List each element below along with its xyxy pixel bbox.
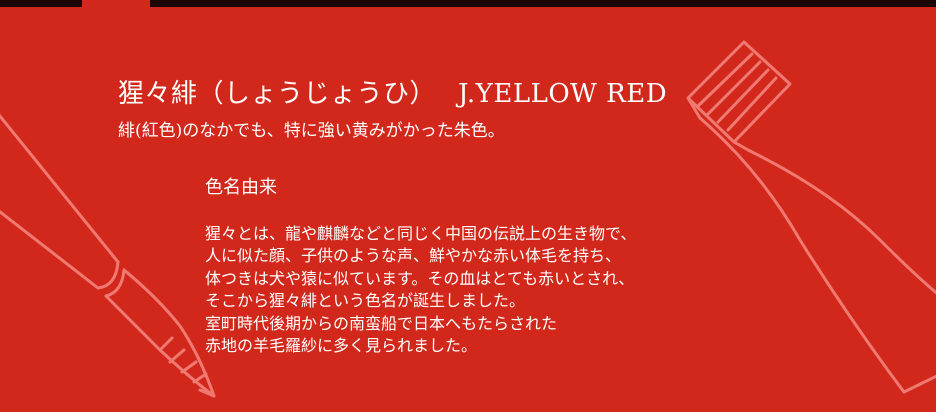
origin-line: 赤地の羊毛羅紗に多く見られました。 — [205, 336, 478, 356]
origin-line: 猩々とは、龍や麒麟などと同じく中国の伝説上の生き物で、 — [205, 224, 637, 243]
paint-tube-illustration — [686, 40, 936, 394]
color-title: 猩々緋（しょうじょうひ） J.YELLOW RED — [118, 75, 667, 113]
color-name-japanese: 猩々緋（しょうじょうひ） — [118, 79, 437, 109]
color-description: 緋(紅色)のなかでも、特に強い黄みがかった朱色。 — [118, 121, 505, 141]
origin-line: 体つきは犬や猿に似ています。その血はとても赤いとされ、 — [205, 268, 635, 288]
origin-text: 猩々とは、龍や麒麟などと同じく中国の伝説上の生き物で、 人に似た顔、子供のような… — [205, 223, 636, 357]
top-bar-tab — [82, 0, 150, 7]
brush-illustration — [0, 113, 216, 398]
origin-heading: 色名由来 — [205, 177, 277, 198]
origin-line: 人に似た顔、子供のような声、鮮やかな赤い体毛を持ち、 — [205, 246, 622, 266]
color-name-english: J.YELLOW RED — [458, 79, 668, 109]
origin-line: そこから猩々緋という色名が誕生しました。 — [205, 291, 526, 311]
origin-line: 室町時代後期からの南蛮船で日本へもたらされた — [205, 313, 558, 333]
